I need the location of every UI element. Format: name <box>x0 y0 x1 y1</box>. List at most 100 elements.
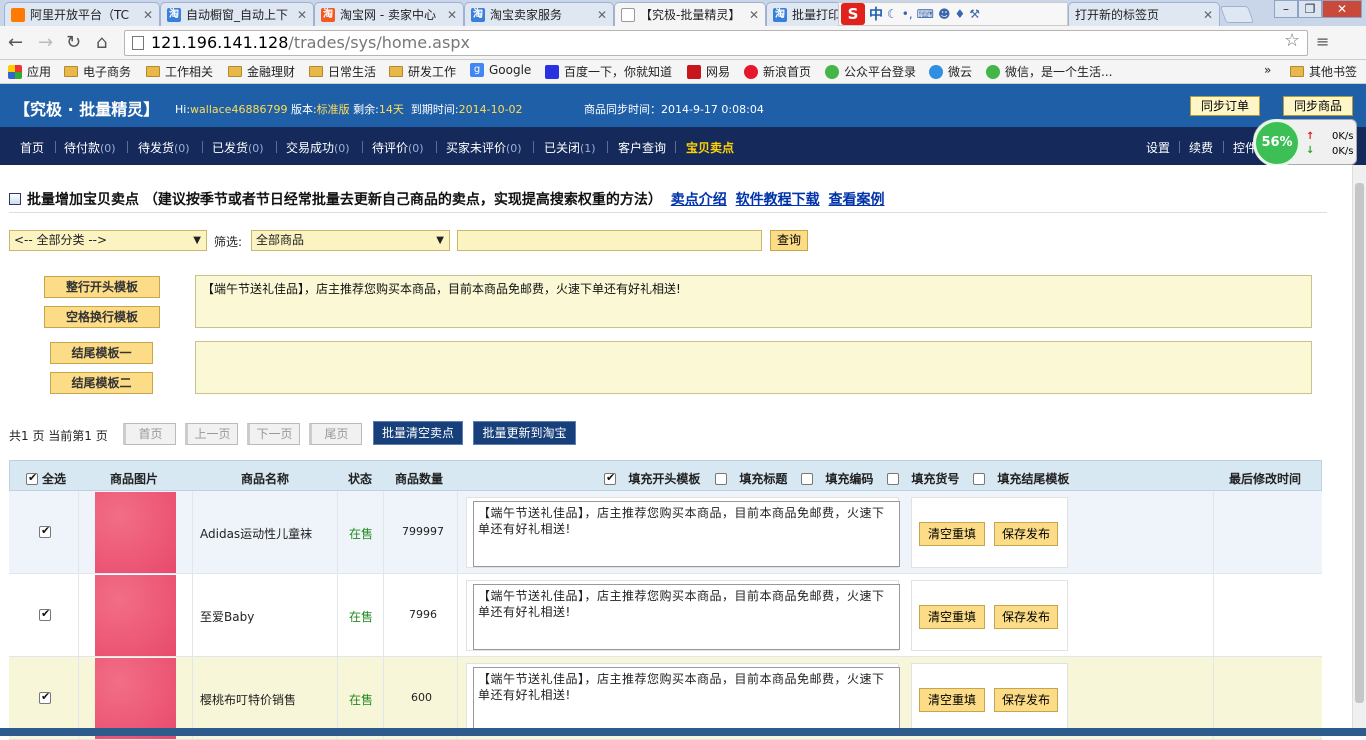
nav-selling-points[interactable]: 宝贝卖点 <box>686 139 734 156</box>
filter-select[interactable]: 全部商品 ▼ <box>251 230 450 251</box>
user-icon[interactable]: ☻ <box>938 7 951 21</box>
bookmark-folder[interactable]: 研发工作 <box>389 63 456 80</box>
product-image[interactable] <box>95 575 176 656</box>
nav-pending-shipment[interactable]: 待发货(0) <box>138 139 190 156</box>
link-view-cases[interactable]: 查看案例 <box>829 192 885 208</box>
bookmark-weiyun[interactable]: 微云 <box>929 63 972 80</box>
browser-tab[interactable]: 打开新的标签页 ✕ <box>1068 2 1220 26</box>
clear-refill-button[interactable]: 清空重填 <box>919 688 985 712</box>
fill-title-checkbox[interactable] <box>715 473 727 485</box>
punctuation-icon[interactable]: •, <box>902 7 913 21</box>
page-scrollbar[interactable] <box>1352 165 1366 736</box>
query-button[interactable]: 查询 <box>770 230 808 251</box>
browser-tab-active[interactable]: 【究极-批量精灵】 ✕ <box>614 2 766 26</box>
browser-tab[interactable]: 阿里开放平台（TC ✕ <box>4 2 160 26</box>
close-icon[interactable]: ✕ <box>597 8 607 22</box>
reload-icon[interactable]: ↻ <box>66 32 81 54</box>
prev-page-button[interactable]: 上一页 <box>185 423 238 445</box>
next-page-button[interactable]: 下一页 <box>247 423 300 445</box>
nav-customer-query[interactable]: 客户查询 <box>618 139 666 156</box>
nav-pending-payment[interactable]: 待付款(0) <box>64 139 116 156</box>
fill-head-toggle[interactable]: 填充开头模板 <box>604 470 700 487</box>
tail-template-2-button[interactable]: 结尾模板二 <box>50 372 153 394</box>
bookmark-star-icon[interactable]: ☆ <box>1284 30 1300 51</box>
fill-tail-toggle[interactable]: 填充结尾模板 <box>973 470 1069 487</box>
product-image[interactable] <box>95 658 176 739</box>
save-publish-button[interactable]: 保存发布 <box>994 522 1058 546</box>
bookmarks-overflow[interactable]: » <box>1264 63 1271 77</box>
bookmark-wechat-mp[interactable]: 公众平台登录 <box>825 63 916 80</box>
bookmark-baidu[interactable]: 百度一下，你就知道 <box>545 63 672 80</box>
bookmark-other[interactable]: 其他书签 <box>1290 63 1357 80</box>
last-page-button[interactable]: 尾页 <box>309 423 362 445</box>
tail-template-textarea[interactable] <box>195 341 1312 394</box>
fill-code-checkbox[interactable] <box>801 473 813 485</box>
select-all[interactable]: 全选 <box>26 470 66 487</box>
bookmark-wechat[interactable]: 微信，是一个生活... <box>986 63 1112 80</box>
sync-goods-button[interactable]: 同步商品 <box>1283 96 1353 116</box>
save-publish-button[interactable]: 保存发布 <box>994 605 1058 629</box>
clear-refill-button[interactable]: 清空重填 <box>919 522 985 546</box>
nav-buyer-not-reviewed[interactable]: 买家未评价(0) <box>446 139 522 156</box>
close-icon[interactable]: ✕ <box>447 8 457 22</box>
forward-icon[interactable]: → <box>38 32 53 54</box>
nav-pending-review[interactable]: 待评价(0) <box>372 139 424 156</box>
nav-renew[interactable]: 续费 <box>1189 139 1213 156</box>
bookmark-folder[interactable]: 电子商务 <box>64 63 131 80</box>
row-checkbox[interactable] <box>39 607 51 621</box>
save-publish-button[interactable]: 保存发布 <box>994 688 1058 712</box>
back-icon[interactable]: ← <box>8 32 23 54</box>
nav-completed[interactable]: 交易成功(0) <box>286 139 350 156</box>
wrench-icon[interactable]: ⚒ <box>969 7 980 21</box>
home-icon[interactable]: ⌂ <box>96 32 107 54</box>
bookmark-folder[interactable]: 金融理财 <box>228 63 295 80</box>
ime-toolbar[interactable]: S 中 ☾ •, ⌨ ☻ ♦ ⚒ <box>838 2 1068 26</box>
browser-tab[interactable]: 淘 淘宝网 - 卖家中心 ✕ <box>314 2 464 26</box>
menu-icon[interactable]: ≡ <box>1316 32 1329 51</box>
selling-point-textarea[interactable]: 【端午节送礼佳品】，店主推荐您购买本商品，目前本商品免邮费，火速下单还有好礼相送… <box>473 501 900 567</box>
fill-head-checkbox[interactable] <box>604 471 616 485</box>
fill-sku-checkbox[interactable] <box>887 473 899 485</box>
head-template-button[interactable]: 整行开头模板 <box>44 276 160 298</box>
bookmark-folder[interactable]: 日常生活 <box>309 63 376 80</box>
tail-template-1-button[interactable]: 结尾模板一 <box>50 342 153 364</box>
sogou-logo-icon[interactable]: S <box>841 3 865 25</box>
head-template-textarea[interactable]: 【端午节送礼佳品】，店主推荐您购买本商品，目前本商品免邮费，火速下单还有好礼相送… <box>195 275 1312 328</box>
link-tutorial-download[interactable]: 软件教程下载 <box>736 192 820 208</box>
fill-code-toggle[interactable]: 填充编码 <box>801 470 873 487</box>
fill-title-toggle[interactable]: 填充标题 <box>715 470 787 487</box>
moon-icon[interactable]: ☾ <box>887 7 898 21</box>
row-checkbox[interactable] <box>39 524 51 538</box>
product-image[interactable] <box>95 492 176 573</box>
browser-tab[interactable]: 淘 淘宝卖家服务 ✕ <box>464 2 614 26</box>
selling-point-textarea[interactable]: 【端午节送礼佳品】，店主推荐您购买本商品，目前本商品免邮费，火速下单还有好礼相送… <box>473 667 900 733</box>
bookmark-apps[interactable]: 应用 <box>8 63 51 80</box>
browser-tab[interactable]: 淘 自动橱窗_自动上下 ✕ <box>160 2 314 26</box>
link-selling-point-intro[interactable]: 卖点介绍 <box>671 192 727 208</box>
nav-shipped[interactable]: 已发货(0) <box>212 139 264 156</box>
browser-tab[interactable]: 淘 批量打印 <box>766 2 846 26</box>
scrollbar-thumb[interactable] <box>1355 183 1364 703</box>
network-speed-widget[interactable]: 56% ↑ ↓ 0K/s 0K/s <box>1253 119 1357 167</box>
nav-home[interactable]: 首页 <box>20 139 44 156</box>
minimize-icon[interactable]: – <box>1274 0 1298 18</box>
search-input[interactable] <box>457 230 762 251</box>
close-icon[interactable]: ✕ <box>749 8 759 22</box>
fill-sku-toggle[interactable]: 填充货号 <box>887 470 959 487</box>
nav-settings[interactable]: 设置 <box>1146 139 1170 156</box>
address-bar[interactable]: 121.196.141.128/trades/sys/home.aspx <box>124 30 1308 56</box>
clear-refill-button[interactable]: 清空重填 <box>919 605 985 629</box>
bookmark-google[interactable]: g Google <box>470 63 531 77</box>
ime-mode[interactable]: 中 <box>869 4 883 24</box>
category-select[interactable]: <-- 全部分类 --> ▼ <box>9 230 207 251</box>
space-template-button[interactable]: 空格换行模板 <box>44 306 160 328</box>
clear-all-selling-points-button[interactable]: 批量清空卖点 <box>373 421 463 445</box>
bookmark-sina[interactable]: 新浪首页 <box>744 63 811 80</box>
sync-orders-button[interactable]: 同步订单 <box>1190 96 1260 116</box>
select-all-checkbox[interactable] <box>26 471 38 485</box>
first-page-button[interactable]: 首页 <box>123 423 176 445</box>
fill-tail-checkbox[interactable] <box>973 473 985 485</box>
selling-point-textarea[interactable]: 【端午节送礼佳品】，店主推荐您购买本商品，目前本商品免邮费，火速下单还有好礼相送… <box>473 584 900 650</box>
bookmark-netease[interactable]: 网易 <box>687 63 730 80</box>
row-checkbox[interactable] <box>39 690 51 704</box>
